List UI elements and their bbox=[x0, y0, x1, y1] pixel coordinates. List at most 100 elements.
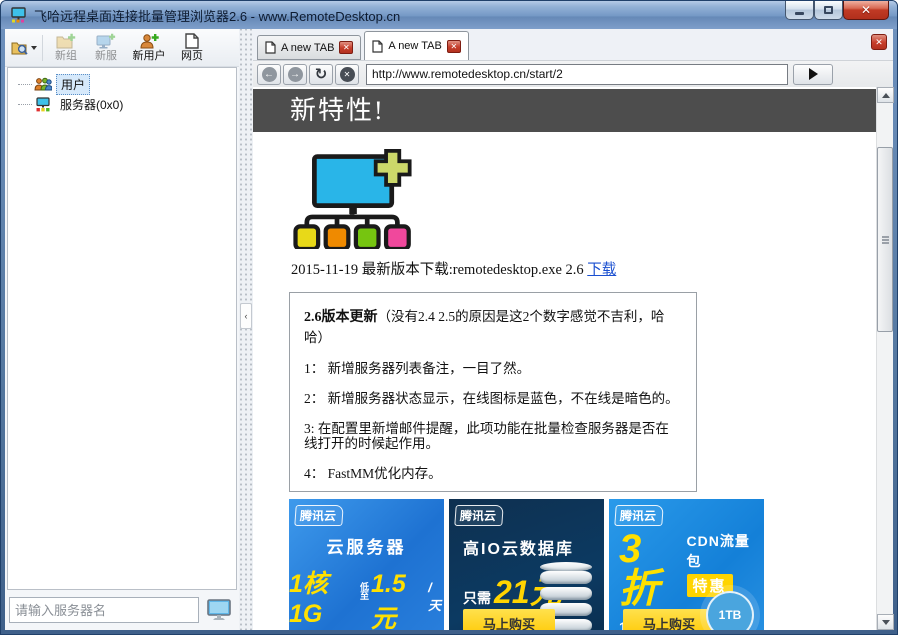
scroll-down-button[interactable] bbox=[877, 614, 894, 630]
new-server-label: 新服 bbox=[95, 50, 117, 62]
tree-connector bbox=[18, 84, 32, 85]
forward-arrow-icon bbox=[288, 67, 303, 82]
version-title: 2.6版本更新 bbox=[304, 310, 378, 325]
new-user-label: 新用户 bbox=[133, 50, 166, 62]
ad1-price-big: 1.5元 bbox=[371, 570, 428, 630]
web-page-icon bbox=[185, 33, 199, 49]
tree-item-servers-label: 服务器(0x0) bbox=[56, 95, 127, 114]
browser-panel: A new TAB A new TAB bbox=[253, 29, 893, 630]
tree-item-users[interactable]: 用户 bbox=[18, 74, 232, 94]
refresh-button[interactable] bbox=[309, 64, 333, 85]
tencent-cloud-logo: 腾讯云 bbox=[454, 505, 503, 526]
window-title: 飞哈远程桌面连接批量管理浏览器2.6 - www.RemoteDesktop.c… bbox=[34, 6, 400, 25]
tencent-cloud-logo: 腾讯云 bbox=[614, 505, 663, 526]
folder-search-icon bbox=[11, 40, 29, 56]
new-group-icon bbox=[56, 33, 76, 49]
navigation-toolbar bbox=[253, 60, 893, 87]
close-tab-button[interactable] bbox=[871, 34, 887, 50]
monitor-icon bbox=[206, 598, 232, 622]
stop-icon bbox=[340, 67, 355, 82]
stop-button[interactable] bbox=[335, 64, 359, 85]
download-line: 2015-11-19 最新版本下载:remotedesktop.exe 2.6 … bbox=[291, 258, 876, 279]
ad2-title: 高IO云数据库 bbox=[463, 535, 604, 559]
server-name-input[interactable] bbox=[9, 597, 199, 623]
ad3-discount: 3折 bbox=[619, 529, 681, 609]
download-link[interactable]: 下载 bbox=[587, 262, 616, 278]
tencent-cloud-logo: 腾讯云 bbox=[294, 505, 343, 526]
ad1-price: 1核1G低至1.5元/天 bbox=[289, 564, 444, 630]
ad3-buy-button[interactable]: 马上购买 bbox=[623, 609, 715, 630]
page-title: 新特性! bbox=[253, 89, 876, 132]
back-arrow-icon bbox=[262, 67, 277, 82]
connect-button[interactable] bbox=[203, 595, 235, 625]
new-user-button[interactable]: 新用户 bbox=[126, 31, 172, 65]
release-note-item: 4： FastMM优化内存。 bbox=[304, 466, 682, 481]
scrollbar-thumb[interactable] bbox=[877, 147, 893, 332]
ad2-buy-button[interactable]: 马上购买 bbox=[463, 609, 555, 630]
address-bar[interactable] bbox=[366, 64, 788, 85]
go-button[interactable] bbox=[793, 64, 833, 85]
release-notes-box: 2.6版本更新（没有2.4 2.5的原因是这2个数字感觉不吉利，哈哈） 1： 新… bbox=[289, 292, 697, 492]
download-text: 2015-11-19 最新版本下载:remotedesktop.exe 2.6 bbox=[291, 262, 587, 278]
ad1-price-mid-bottom: 至 bbox=[360, 592, 369, 601]
close-button[interactable] bbox=[843, 1, 889, 20]
go-arrow-icon bbox=[809, 68, 818, 80]
new-server-icon bbox=[96, 33, 116, 49]
tab-1-label: A new TAB bbox=[281, 42, 334, 54]
app-icon bbox=[10, 7, 28, 23]
arrow-up-icon bbox=[882, 93, 890, 98]
ad-tencent-cloud-database[interactable]: 腾讯云 高IO云数据库 只需 21元 马上购买 bbox=[449, 499, 604, 630]
release-note-item: 3: 在配置里新增邮件提醒，此项功能在批量检查服务器是否在线打开的时候起作用。 bbox=[304, 421, 682, 451]
refresh-icon bbox=[315, 67, 328, 82]
new-user-icon bbox=[139, 33, 159, 49]
tab-2-active[interactable]: A new TAB bbox=[364, 31, 468, 60]
web-page-button[interactable]: 网页 bbox=[172, 31, 212, 65]
server-search-row bbox=[5, 590, 239, 630]
ad-row: 腾讯云 云服务器 1核1G低至1.5元/天 稳定 高速 安全 | 送50G硬盘 … bbox=[289, 499, 876, 630]
product-logo bbox=[291, 149, 876, 254]
sidebar-toolbar: 新组 新服 新用户 bbox=[5, 29, 239, 67]
ad-tencent-cloud-cdn[interactable]: 腾讯云 3折 CDN流量包 特惠 100元即享1TB流量 bbox=[609, 499, 764, 630]
tree-item-servers[interactable]: 服务器(0x0) bbox=[18, 94, 232, 114]
tree-connector bbox=[18, 104, 32, 105]
arrow-down-icon bbox=[882, 620, 890, 625]
panel-splitter[interactable] bbox=[239, 29, 253, 630]
tab-1-close-icon[interactable] bbox=[339, 41, 353, 54]
sidebar: 新组 新服 新用户 bbox=[5, 29, 239, 630]
title-bar[interactable]: 飞哈远程桌面连接批量管理浏览器2.6 - www.RemoteDesktop.c… bbox=[1, 1, 897, 29]
users-group-icon bbox=[34, 77, 52, 91]
new-group-label: 新组 bbox=[55, 50, 77, 62]
minimize-button[interactable] bbox=[785, 1, 814, 20]
page-icon bbox=[265, 41, 276, 54]
new-server-button: 新服 bbox=[86, 31, 126, 65]
ad1-price-unit: /天 bbox=[428, 580, 444, 614]
maximize-button[interactable] bbox=[814, 1, 843, 20]
scroll-up-button[interactable] bbox=[877, 87, 894, 103]
tab-2-close-icon[interactable] bbox=[447, 40, 461, 53]
web-page-content: 新特性! 20 bbox=[253, 87, 876, 630]
release-note-item: 1： 新增服务器列表备注，一目了然。 bbox=[304, 361, 682, 376]
tab-bar: A new TAB A new TAB bbox=[253, 29, 893, 60]
tree-item-users-label: 用户 bbox=[56, 74, 90, 95]
web-page-label: 网页 bbox=[181, 50, 203, 62]
release-note-item: 2： 新增服务器状态显示，在线图标是蓝色，不在线是暗色的。 bbox=[304, 391, 682, 406]
release-notes-heading: 2.6版本更新（没有2.4 2.5的原因是这2个数字感觉不吉利，哈哈） bbox=[304, 305, 682, 346]
ad3-product: CDN流量包 bbox=[687, 531, 764, 571]
forward-button[interactable] bbox=[283, 64, 307, 85]
server-tree: 用户 服务器(0x0) bbox=[7, 67, 237, 590]
view-dropdown-button[interactable] bbox=[9, 33, 39, 63]
toolbar-separator bbox=[42, 35, 43, 61]
back-button[interactable] bbox=[257, 64, 281, 85]
ad-tencent-cloud-server[interactable]: 腾讯云 云服务器 1核1G低至1.5元/天 稳定 高速 安全 | 送50G硬盘 … bbox=[289, 499, 444, 630]
collapse-panel-button[interactable] bbox=[240, 303, 252, 329]
new-group-button: 新组 bbox=[46, 31, 86, 65]
ad2-price-prefix: 只需 bbox=[463, 588, 491, 608]
tab-1[interactable]: A new TAB bbox=[257, 35, 361, 60]
tab-2-label: A new TAB bbox=[388, 40, 441, 52]
vertical-scrollbar[interactable] bbox=[876, 87, 893, 630]
app-window: 飞哈远程桌面连接批量管理浏览器2.6 - www.RemoteDesktop.c… bbox=[0, 0, 898, 635]
thumb-grip bbox=[882, 236, 889, 238]
ad1-price-left: 1核1G bbox=[289, 564, 358, 629]
chevron-down-icon bbox=[31, 46, 37, 50]
page-icon bbox=[372, 40, 383, 53]
